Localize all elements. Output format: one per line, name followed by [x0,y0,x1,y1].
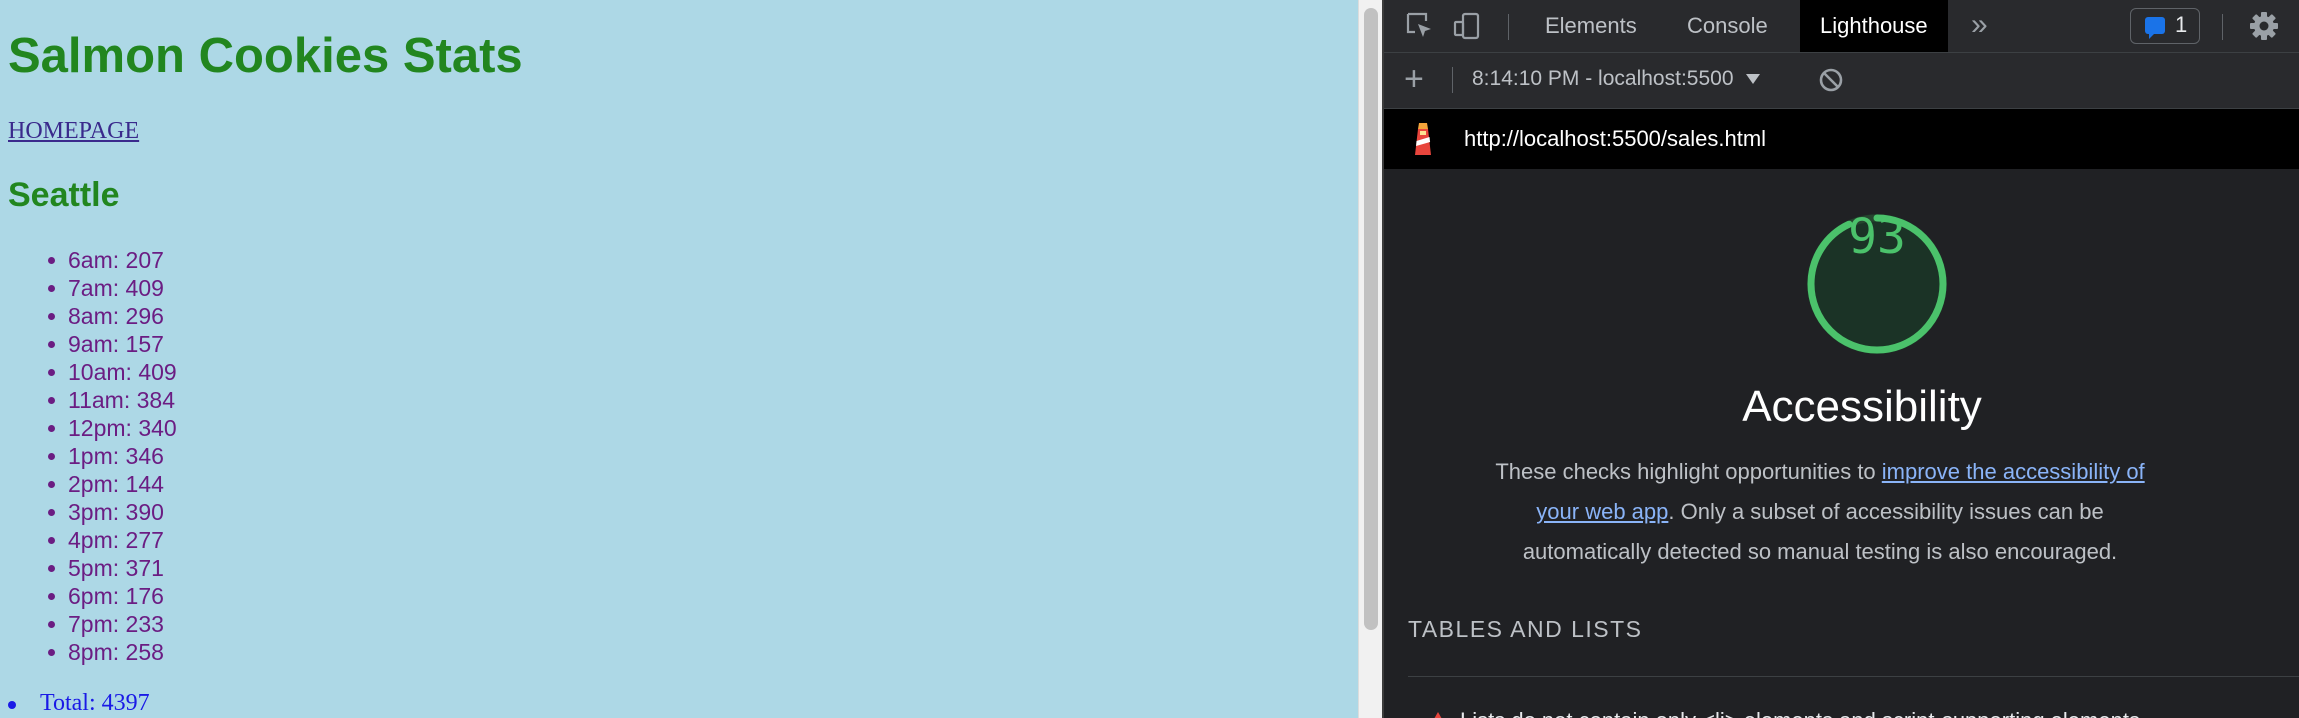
list-item: 2pm: 144 [48,470,177,498]
issues-message-icon [2145,17,2165,39]
total-sales: Total: 4397 [8,690,150,716]
add-icon[interactable]: + [1404,61,1424,97]
clear-icon[interactable] [1818,67,1844,93]
list-item: 6am: 207 [48,246,177,274]
hourly-sales-list: 6am: 207 7am: 409 8am: 296 9am: 157 10am… [48,246,177,666]
caret-down-icon [1745,74,1760,85]
report-selector-label: 8:14:10 PM - localhost:5500 [1472,67,1734,90]
list-item: 8pm: 258 [48,638,177,666]
report-url[interactable]: http://localhost:5500/sales.html [1464,126,1766,152]
gear-icon[interactable] [2248,10,2280,42]
list-item: 8am: 296 [48,302,177,330]
report-url-bar: http://localhost:5500/sales.html [1384,109,2299,169]
section-title: TABLES AND LISTS [1408,616,1643,642]
list-item: 1pm: 346 [48,442,177,470]
section-divider [1408,676,2299,677]
homepage-link[interactable]: HOMEPAGE [8,118,139,144]
list-item: 11am: 384 [48,387,175,413]
audit-row[interactable]: Lists do not contain only <li> elements … [1408,704,2299,718]
list-item: 7pm: 233 [48,610,177,638]
tab-elements[interactable]: Elements [1525,0,1657,52]
list-item: 7am: 409 [48,274,177,302]
lighthouse-icon [1415,123,1431,155]
category-description: These checks highlight opportunities to … [1484,452,2156,572]
list-item: 10am: 409 [48,359,177,385]
device-toolbar-icon[interactable] [1451,10,1483,42]
toolbar-separator [2222,14,2223,40]
page-scrollbar[interactable] [1358,0,1383,718]
audit-title: Lists do not contain only <li> elements … [1460,708,2140,718]
inspect-element-icon[interactable] [1404,10,1436,42]
toolbar-separator [1508,14,1509,40]
list-item: 6pm: 176 [48,582,177,610]
list-item: 3pm: 390 [48,498,177,526]
accessibility-score: 93 [1848,209,1906,265]
more-tabs-icon[interactable]: » [1971,0,1988,52]
list-item: 12pm: 340 [48,415,177,441]
category-title: Accessibility [1742,382,1982,431]
lighthouse-toolbar: + 8:14:10 PM - localhost:5500 [1384,53,2299,109]
devtools-panel: Elements Console Lighthouse » 1 + 8:14:1… [1384,0,2299,718]
issues-count: 1 [2175,12,2188,37]
fail-triangle-icon [1430,712,1446,718]
list-item: 4pm: 277 [48,526,177,554]
devtools-tab-bar: Elements Console Lighthouse » 1 [1384,0,2299,53]
report-selector[interactable]: 8:14:10 PM - localhost:5500 [1472,67,1760,91]
store-heading: Seattle [8,176,120,214]
list-item: 9am: 157 [48,330,177,358]
scrollbar-thumb[interactable] [1364,8,1378,630]
page-title: Salmon Cookies Stats [8,29,523,83]
tab-lighthouse[interactable]: Lighthouse [1800,0,1948,52]
description-text: These checks highlight opportunities to [1495,459,1882,484]
tab-console[interactable]: Console [1667,0,1788,52]
web-page: Salmon Cookies Stats HOMEPAGE Seattle 6a… [0,0,1358,718]
issues-button[interactable]: 1 [2130,8,2200,44]
toolbar-separator [1452,67,1453,93]
list-item: 5pm: 371 [48,554,177,582]
